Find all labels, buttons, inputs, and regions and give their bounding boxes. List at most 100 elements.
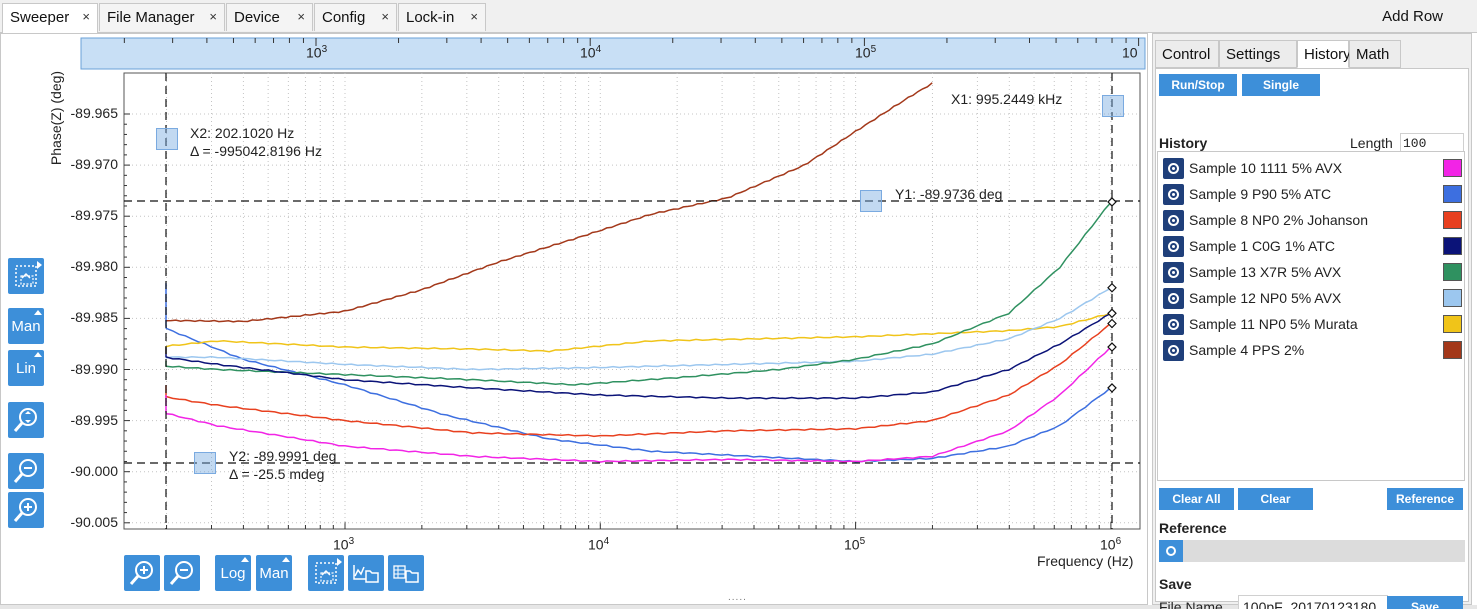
history-item[interactable]: Sample 8 NP0 2% Johanson xyxy=(1161,208,1463,232)
history-item[interactable]: Sample 9 P90 5% ATC xyxy=(1161,182,1463,206)
cursor-y1-handle[interactable] xyxy=(860,190,882,212)
history-item-label: Sample 13 X7R 5% AVX xyxy=(1189,264,1342,280)
cursor-x1-handle[interactable] xyxy=(1102,95,1124,117)
run-stop-button[interactable]: Run/Stop xyxy=(1159,74,1237,96)
radio-icon[interactable] xyxy=(1163,262,1184,283)
zoom-in-icon xyxy=(129,561,153,585)
zoom-in-icon xyxy=(13,498,37,522)
history-item-label: Sample 11 NP0 5% Murata xyxy=(1189,316,1358,332)
radio-icon[interactable] xyxy=(1163,288,1184,309)
x-cursor-mode-button[interactable] xyxy=(308,555,344,591)
clear-button[interactable]: Clear xyxy=(1238,488,1313,510)
tab-settings[interactable]: Settings xyxy=(1219,40,1297,68)
file-name-input[interactable]: 100pF_20170123180 xyxy=(1238,595,1388,609)
x-scale-button[interactable]: Log xyxy=(215,555,251,591)
length-label: Length xyxy=(1350,135,1393,151)
plot-area[interactable] xyxy=(0,0,1148,600)
overview-tick-label: 103 xyxy=(306,44,328,61)
cursor-y2-handle[interactable] xyxy=(194,452,216,474)
history-section-label: History xyxy=(1159,135,1208,151)
single-button[interactable]: Single xyxy=(1242,74,1320,96)
history-tab-content: Run/Stop Single History Length 100 Sampl… xyxy=(1155,68,1469,609)
cursor-x1-readout: X1: 995.2449 kHz xyxy=(951,91,1063,107)
overview-bar xyxy=(80,37,1146,70)
cursor-x2-delta: Δ = -995042.8196 Hz xyxy=(190,143,322,159)
radio-icon[interactable] xyxy=(1163,184,1184,205)
y-autoscale-button[interactable] xyxy=(8,402,44,438)
history-item[interactable]: Sample 11 NP0 5% Murata xyxy=(1161,312,1463,336)
history-item[interactable]: Sample 12 NP0 5% AVX xyxy=(1161,286,1463,310)
cursor-mode-button[interactable] xyxy=(8,258,44,294)
file-name-label: File Name xyxy=(1159,599,1223,609)
cursor-select-icon xyxy=(15,265,37,287)
reference-button[interactable]: Reference xyxy=(1387,488,1463,510)
table-folder-icon xyxy=(393,565,419,583)
tab-math[interactable]: Math xyxy=(1349,40,1401,68)
history-item[interactable]: Sample 13 X7R 5% AVX xyxy=(1161,260,1463,284)
color-swatch[interactable] xyxy=(1443,341,1462,359)
y-tick-label: -89.970 xyxy=(70,156,118,173)
y-tick-label: -89.980 xyxy=(70,258,118,275)
color-swatch[interactable] xyxy=(1443,315,1462,333)
y-zoom-in-button[interactable] xyxy=(8,492,44,528)
cursor-y1-readout: Y1: -89.9736 deg xyxy=(895,186,1003,202)
y-scale-label: Lin xyxy=(15,359,37,377)
cursor-x2-handle[interactable] xyxy=(156,128,178,150)
save-plot-data-button[interactable] xyxy=(388,555,424,591)
history-list: Sample 10 1111 5% AVX Sample 9 P90 5% ATC… xyxy=(1157,151,1465,481)
zoom-out-icon xyxy=(169,561,193,585)
history-item[interactable]: Sample 10 1111 5% AVX xyxy=(1161,156,1463,180)
overview-tick-label: 104 xyxy=(580,44,602,61)
radio-icon[interactable] xyxy=(1163,210,1184,231)
y-tick-label: -89.990 xyxy=(70,360,118,377)
history-item-label: Sample 8 NP0 2% Johanson xyxy=(1189,212,1368,228)
tab-history[interactable]: History xyxy=(1297,40,1351,68)
clear-all-button[interactable]: Clear All xyxy=(1159,488,1234,510)
y-tick-label: -90.000 xyxy=(70,462,118,479)
x-tick-label: 106 xyxy=(1100,536,1122,553)
color-swatch[interactable] xyxy=(1443,289,1462,307)
color-swatch[interactable] xyxy=(1443,211,1462,229)
tab-control[interactable]: Control xyxy=(1155,40,1219,68)
history-item[interactable]: Sample 4 PPS 2% xyxy=(1161,338,1463,362)
radio-icon[interactable] xyxy=(1163,340,1184,361)
y-tick-label: -89.975 xyxy=(70,207,118,224)
reference-selector[interactable] xyxy=(1159,540,1465,562)
cursor-x2-readout: X2: 202.1020 Hz xyxy=(190,125,295,141)
x-axis-label: Frequency (Hz) xyxy=(1037,553,1134,569)
y-scale-button[interactable]: Lin xyxy=(8,350,44,386)
radio-icon[interactable] xyxy=(1163,314,1184,335)
y-tick-label: -90.005 xyxy=(70,513,118,530)
history-item-label: Sample 9 P90 5% ATC xyxy=(1189,186,1332,202)
y-range-mode-button[interactable]: Man xyxy=(8,308,44,344)
length-input[interactable]: 100 xyxy=(1400,133,1464,153)
x-range-mode-button[interactable]: Man xyxy=(256,555,292,591)
x-tick-label: 104 xyxy=(588,536,610,553)
radio-icon[interactable] xyxy=(1163,158,1184,179)
save-section-label: Save xyxy=(1159,576,1192,592)
overview-tick-label: 10 xyxy=(1122,44,1138,61)
overview-tick-label: 105 xyxy=(855,44,877,61)
history-item[interactable]: Sample 1 C0G 1% ATC xyxy=(1161,234,1463,258)
color-swatch[interactable] xyxy=(1443,185,1462,203)
history-item-label: Sample 12 NP0 5% AVX xyxy=(1189,290,1342,306)
zoom-out-icon xyxy=(13,459,37,483)
reference-section-label: Reference xyxy=(1159,520,1227,536)
y-tick-label: -89.985 xyxy=(70,309,118,326)
reference-radio[interactable] xyxy=(1159,540,1183,562)
save-plot-image-button[interactable] xyxy=(348,555,384,591)
color-swatch[interactable] xyxy=(1443,159,1462,177)
cursor-y2-readout: Y2: -89.9991 deg xyxy=(229,448,337,464)
save-button[interactable]: Save xyxy=(1387,596,1463,609)
x-zoom-out-button[interactable] xyxy=(164,555,200,591)
color-swatch[interactable] xyxy=(1443,237,1462,255)
x-zoom-in-button[interactable] xyxy=(124,555,160,591)
radio-icon[interactable] xyxy=(1163,236,1184,257)
history-item-label: Sample 4 PPS 2% xyxy=(1189,342,1305,358)
resize-grip[interactable]: ..... xyxy=(728,592,747,603)
right-panel: Control Settings History Math Run/Stop S… xyxy=(1152,33,1472,609)
color-swatch[interactable] xyxy=(1443,263,1462,281)
zoom-fit-icon xyxy=(13,408,37,432)
y-zoom-out-button[interactable] xyxy=(8,453,44,489)
add-row-button[interactable]: Add Row xyxy=(1382,8,1443,25)
